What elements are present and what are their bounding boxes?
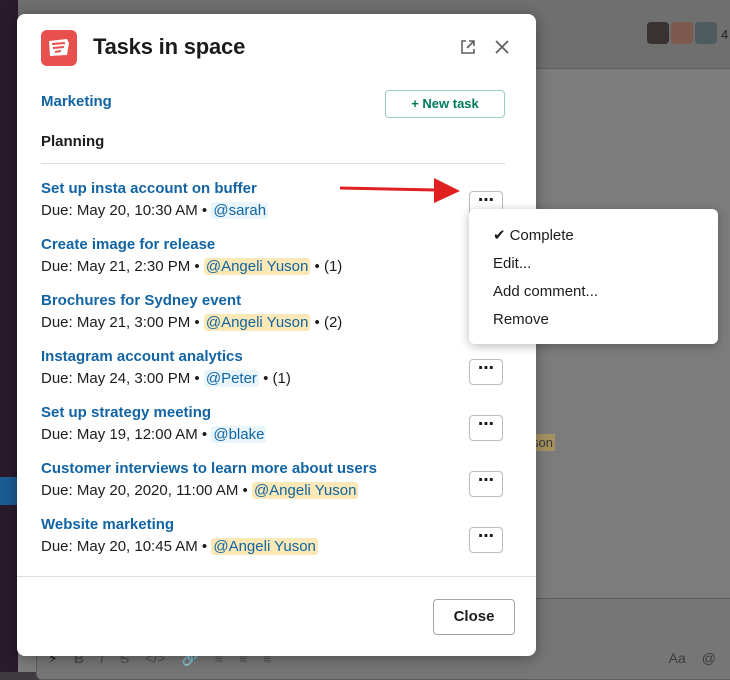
task-title[interactable]: Customer interviews to learn more about … <box>41 460 511 478</box>
background-sidebar <box>0 0 18 672</box>
task-due: Due: May 20, 2020, 11:00 AM <box>41 482 239 499</box>
task-due: Due: May 21, 2:30 PM <box>41 258 191 275</box>
task-meta: Due: May 21, 2:30 PM • @Angeli Yuson • (… <box>41 258 343 275</box>
task-item: Website marketing Due: May 20, 10:45 AM … <box>41 516 511 556</box>
task-assignee[interactable]: @Angeli Yuson <box>211 538 318 555</box>
sidebar-selected-item <box>0 477 18 505</box>
task-due: Due: May 20, 10:30 AM <box>41 202 198 219</box>
task-meta: Due: May 19, 12:00 AM • @blake <box>41 426 267 443</box>
avatar <box>671 22 693 44</box>
menu-item-label: Complete <box>509 227 574 244</box>
task-more-button[interactable]: ⋯ <box>469 415 503 441</box>
avatar <box>695 22 717 44</box>
task-title[interactable]: Website marketing <box>41 516 511 534</box>
close-button[interactable]: Close <box>433 599 515 635</box>
footer-divider <box>17 576 536 577</box>
new-task-button[interactable]: + New task <box>385 90 505 118</box>
task-assignee[interactable]: @Angeli Yuson <box>251 482 359 499</box>
task-title[interactable]: Create image for release <box>41 236 511 254</box>
task-item: Set up strategy meeting Due: May 19, 12:… <box>41 404 511 444</box>
member-avatars <box>647 22 719 44</box>
task-item: Customer interviews to learn more about … <box>41 460 511 500</box>
menu-item-edit[interactable]: Edit... <box>493 255 531 272</box>
task-comment-count: (2) <box>323 314 343 331</box>
task-comment-count: (1) <box>272 370 291 387</box>
modal-title: Tasks in space <box>93 34 246 59</box>
task-item: Brochures for Sydney event Due: May 21, … <box>41 292 511 332</box>
task-item: Instagram account analytics Due: May 24,… <box>41 348 511 388</box>
annotation-arrow-icon <box>339 178 460 203</box>
mention-icon: @ <box>701 650 716 666</box>
task-assignee[interactable]: @blake <box>211 426 267 443</box>
menu-item-add-comment[interactable]: Add comment... <box>493 283 598 300</box>
task-list: Set up insta account on buffer Due: May … <box>17 164 536 576</box>
task-meta: Due: May 24, 3:00 PM • @Peter • (1) <box>41 370 291 387</box>
menu-item-complete[interactable]: ✔ Complete <box>493 226 574 244</box>
task-item: Create image for release Due: May 21, 2:… <box>41 236 511 276</box>
composer-right-tools: Aa @ <box>669 650 716 666</box>
task-meta: Due: May 20, 2020, 11:00 AM • @Angeli Yu… <box>41 482 359 499</box>
tasks-modal: Tasks in space Marketing + New task Plan… <box>17 14 536 656</box>
menu-item-remove[interactable]: Remove <box>493 311 549 328</box>
project-link[interactable]: Marketing <box>41 93 112 110</box>
task-due: Due: May 19, 12:00 AM <box>41 426 198 443</box>
task-comment-count: (1) <box>323 258 343 275</box>
task-context-menu: ✔ Complete Edit... Add comment... Remove <box>469 209 718 344</box>
task-more-button[interactable]: ⋯ <box>469 527 503 553</box>
task-more-button[interactable]: ⋯ <box>469 471 503 497</box>
open-in-new-window-icon[interactable] <box>459 38 479 58</box>
task-meta: Due: May 20, 10:45 AM • @Angeli Yuson <box>41 538 318 555</box>
app-logo-icon <box>41 30 77 66</box>
close-icon[interactable] <box>493 38 513 58</box>
avatar <box>647 22 669 44</box>
member-count: 4 <box>721 27 729 42</box>
section-title: Planning <box>41 133 105 150</box>
task-title[interactable]: Set up strategy meeting <box>41 404 511 422</box>
task-due: Due: May 24, 3:00 PM <box>41 370 191 387</box>
task-due: Due: May 21, 3:00 PM <box>41 314 191 331</box>
task-assignee[interactable]: @sarah <box>211 202 269 219</box>
task-assignee[interactable]: @Angeli Yuson <box>203 258 311 275</box>
task-meta: Due: May 21, 3:00 PM • @Angeli Yuson • (… <box>41 314 343 331</box>
task-title[interactable]: Brochures for Sydney event <box>41 292 511 310</box>
task-assignee[interactable]: @Peter <box>203 370 259 387</box>
task-title[interactable]: Instagram account analytics <box>41 348 511 366</box>
task-assignee[interactable]: @Angeli Yuson <box>203 314 311 331</box>
task-due: Due: May 20, 10:45 AM <box>41 538 198 555</box>
formatting-icon: Aa <box>668 650 686 666</box>
task-more-button[interactable]: ⋯ <box>469 359 503 385</box>
checkmark-icon: ✔ <box>493 227 506 244</box>
